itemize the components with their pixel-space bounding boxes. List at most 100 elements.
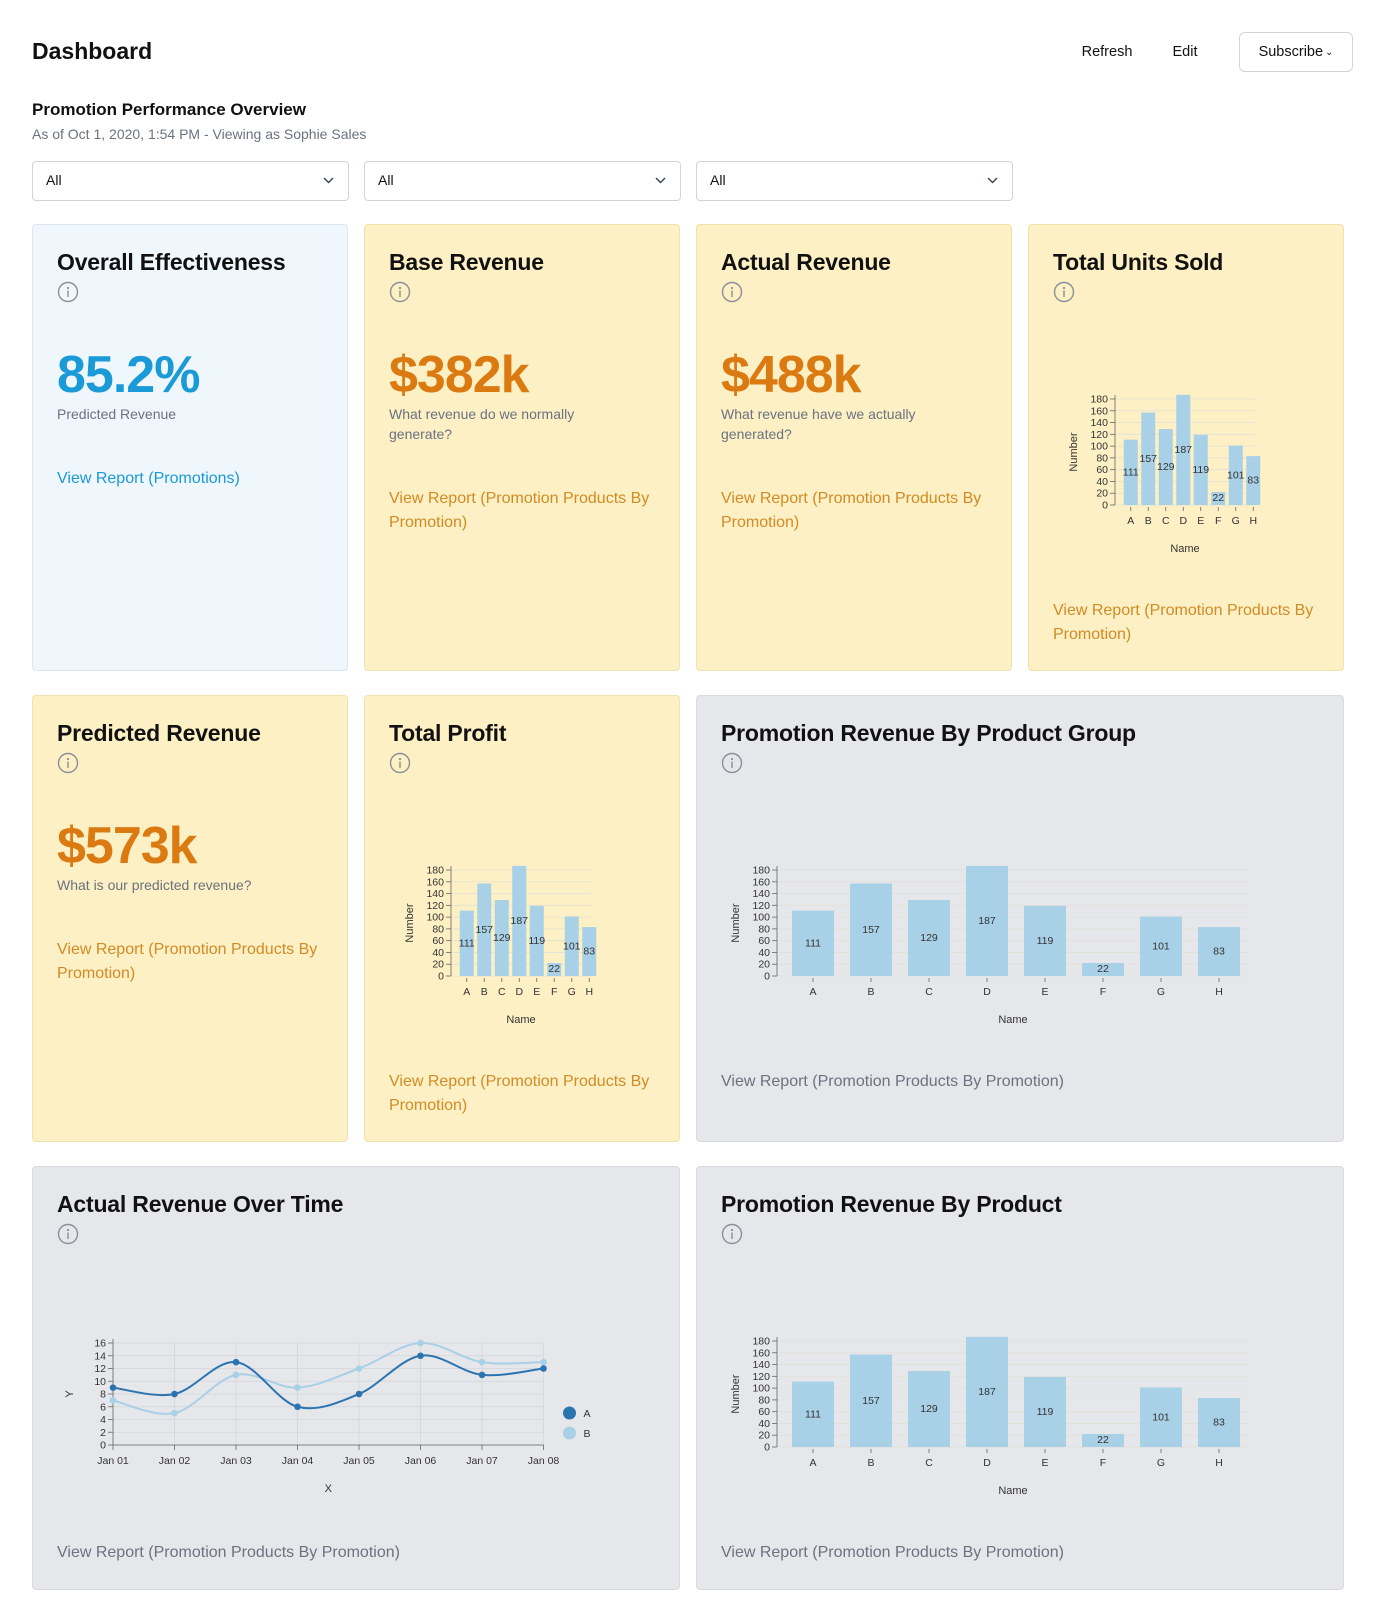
filter-select-1[interactable]: All [32,161,349,201]
card-title: Total Units Sold [1053,249,1224,275]
data-label: 111 [459,937,475,949]
x-axis-label: Name [506,1014,535,1026]
card-revenue-over-time: Actual Revenue Over Time 0 2 4 6 8 10 12 14 16 Ja… [32,1166,680,1590]
data-point [417,1352,424,1360]
y-tick-label: 140 [752,1359,770,1371]
x-tick-label: F [1100,986,1106,998]
y-tick-label: 0 [438,971,444,983]
view-report-link[interactable]: View Report (Promotion Products By Promo… [721,487,983,535]
x-axis-label: X [325,1483,333,1495]
data-point [171,1409,178,1417]
view-report-link[interactable]: View Report (Promotions) [57,467,317,491]
x-tick-label: Jan 08 [528,1455,560,1467]
y-tick-label: 180 [752,865,770,877]
card-title: Actual Revenue [721,249,891,275]
filter-value: All [710,172,726,188]
y-tick-label: 160 [426,876,444,888]
revenue-over-time-line-chart: 0246810121416 Jan 01 Jan 02 Jan 03 Jan 04 Jan… [64,1338,591,1496]
view-report-link[interactable]: View Report (Promotion Products By Promo… [1053,599,1315,647]
view-report-link[interactable]: View Report (Promotion Products By Promo… [389,487,651,535]
x-tick-label: Jan 01 [97,1455,129,1467]
x-tick-label: H [1215,986,1223,998]
info-icon[interactable] [721,281,743,303]
card-title: Promotion Revenue By Product Group [721,720,1136,746]
overview-title: Promotion Performance Overview [32,100,306,119]
data-label: 157 [475,924,493,936]
x-axis-label: Name [1170,543,1199,555]
y-tick-label: 0 [1102,500,1108,512]
view-report-link[interactable]: View Report (Promotion Products By Promo… [57,1541,557,1565]
info-icon[interactable] [389,281,411,303]
profit-bar-chart: 020406080100120140160180 111 A 157 B 129 C 187 D… [404,865,597,1026]
subscribe-button[interactable]: Subscribe ⌄ [1239,32,1353,72]
y-tick-label: 2 [100,1427,106,1439]
data-point [478,1358,486,1366]
kpi-description: What revenue do we normally generate? [389,406,575,442]
view-report-link[interactable]: View Report (Promotion Products By Promo… [721,1070,1221,1094]
filter-select-2[interactable]: All [364,161,681,201]
data-label: 187 [510,915,528,927]
data-label: 83 [583,946,595,958]
legend-label: A [584,1408,591,1420]
x-tick-label: F [551,986,557,998]
x-tick-label: E [1041,986,1048,998]
y-tick-label: 140 [426,888,444,900]
data-label: 22 [1212,492,1224,504]
x-tick-label: Jan 02 [159,1455,191,1467]
series-line-b [112,1341,544,1415]
page-title: Dashboard [32,38,153,64]
x-tick-label: Jan 06 [405,1455,437,1467]
data-point [109,1397,117,1404]
y-axis-label: Number [1068,432,1080,471]
data-label: 129 [1157,461,1175,473]
info-icon[interactable] [389,752,411,774]
info-icon[interactable] [57,1223,79,1245]
y-tick-label: 120 [426,900,444,912]
y-tick-label: 140 [1090,417,1108,429]
subscribe-label: Subscribe [1258,44,1324,60]
kpi-value: $488k [721,346,862,404]
data-label: 119 [1037,1406,1054,1418]
chevron-down-icon [323,177,334,184]
y-axis-label: Number [730,903,742,942]
info-icon[interactable] [57,281,79,303]
y-tick-label: 160 [1090,405,1108,417]
data-label: 83 [1247,475,1259,487]
view-report-link[interactable]: View Report (Promotion Products By Promo… [57,938,319,986]
card-predicted-revenue: Predicted Revenue $573k What is our pred… [32,695,348,1142]
data-label: 83 [1213,1417,1225,1429]
y-axis-label: Number [730,1374,742,1413]
refresh-button[interactable]: Refresh [1072,32,1142,72]
info-icon[interactable] [721,752,743,774]
filter-select-3[interactable]: All [696,161,1013,201]
y-tick-label: 40 [758,1418,770,1430]
x-tick-label: H [1249,515,1257,527]
edit-button[interactable]: Edit [1160,32,1210,72]
x-tick-label: G [568,986,576,998]
data-point [417,1339,424,1347]
y-tick-label: 0 [764,971,770,983]
info-icon[interactable] [721,1223,743,1245]
data-point [355,1365,363,1372]
overview-meta: As of Oct 1, 2020, 1:54 PM - Viewing as … [32,126,367,142]
units-bar-chart: 020406080100120140160180 111 A 157 B 129 C 187 D… [1068,394,1261,555]
x-tick-label: D [983,1457,991,1469]
view-report-link[interactable]: View Report (Promotion Products By Promo… [389,1070,651,1118]
data-label: 101 [1227,469,1245,481]
x-tick-label: C [925,1457,933,1469]
data-label: 157 [862,924,880,936]
chevron-down-icon [655,177,666,184]
info-icon[interactable] [57,752,79,774]
y-tick-label: 180 [426,865,444,877]
data-label: 111 [805,1408,821,1420]
kpi-description: Predicted Revenue [57,406,177,422]
data-point [109,1384,117,1391]
data-label: 157 [862,1395,880,1407]
data-label: 111 [1123,466,1139,478]
x-tick-label: Jan 03 [220,1455,252,1467]
card-total-profit: Total Profit 0 20 40 60 80 100 120 140 160 180 111… [364,695,680,1142]
info-icon[interactable] [1053,281,1075,303]
view-report-link[interactable]: View Report (Promotion Products By Promo… [721,1541,1221,1565]
y-tick-label: 0 [100,1440,106,1452]
y-axis-label: Y [64,1390,76,1398]
